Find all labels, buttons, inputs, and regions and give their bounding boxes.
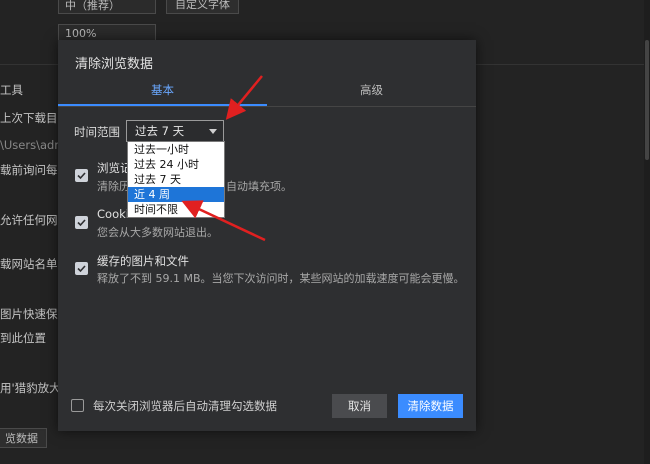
tab-basic[interactable]: 基本 (58, 80, 267, 106)
clear-browsing-data-dialog: 清除浏览数据 基本 高级 时间范围 过去 7 天 浏览记 清除历 自动填充项。 … (58, 40, 476, 431)
option-all-time[interactable]: 时间不限 (128, 202, 224, 217)
save-location-label: 到此位置 (0, 331, 46, 345)
download-location-label: 上次下载目 (0, 111, 58, 125)
dialog-tabs: 基本 高级 (58, 80, 476, 107)
history-desc: 清除历 (97, 180, 130, 193)
check-icon (77, 265, 86, 273)
font-size-select[interactable]: 中（推荐） (58, 0, 156, 14)
cache-desc: 释放了不到 59.1 MB。当您下次访问时，某些网站的加载速度可能会更慢。 (97, 272, 465, 285)
time-range-value: 过去 7 天 (135, 124, 185, 138)
history-desc-tail: 自动填充项。 (226, 180, 292, 193)
time-range-dropdown: 过去一小时 过去 24 小时 过去 7 天 近 4 周 时间不限 (127, 141, 225, 218)
option-past-7-days[interactable]: 过去 7 天 (128, 172, 224, 187)
option-past-4-weeks[interactable]: 近 4 周 (128, 187, 224, 202)
page-scrollbar[interactable] (644, 0, 650, 464)
section-tools: 工具 (0, 83, 23, 97)
cookie-checkbox[interactable] (75, 216, 88, 229)
tab-advanced[interactable]: 高级 (267, 80, 476, 106)
auto-clear-checkbox[interactable] (71, 399, 84, 412)
check-icon (77, 172, 86, 180)
cache-checkbox[interactable] (75, 262, 88, 275)
auto-clear-label: 每次关闭浏览器后自动清理勾选数据 (93, 399, 277, 413)
history-checkbox[interactable] (75, 169, 88, 182)
scrollbar-thumb[interactable] (645, 40, 649, 160)
dialog-title: 清除浏览数据 (75, 57, 154, 72)
option-past-24-hours[interactable]: 过去 24 小时 (128, 157, 224, 172)
custom-font-button[interactable]: 自定义字体 (166, 0, 239, 14)
chevron-down-icon (209, 129, 217, 134)
cookie-desc: 您会从大多数网站退出。 (97, 226, 218, 239)
check-icon (77, 219, 86, 227)
time-range-label: 时间范围 (74, 125, 120, 139)
clear-data-button[interactable]: 清除数据 (398, 394, 463, 418)
cache-title: 缓存的图片和文件 (97, 254, 189, 268)
download-path: \Users\adm (0, 138, 66, 152)
cancel-button[interactable]: 取消 (332, 394, 387, 418)
time-range-select[interactable]: 过去 7 天 (126, 120, 224, 142)
browse-data-button[interactable]: 览数据 (0, 428, 47, 448)
option-past-hour[interactable]: 过去一小时 (128, 142, 224, 157)
quick-save-label: 图片快速保 (0, 307, 58, 321)
site-list-label: 载网站名单 (0, 257, 58, 271)
